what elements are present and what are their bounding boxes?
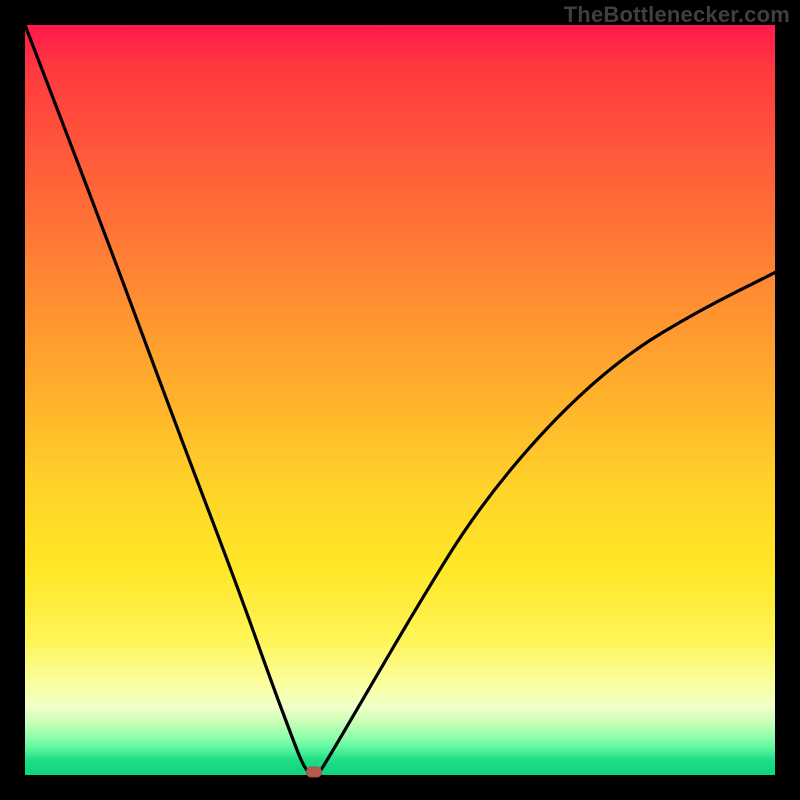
plot-area (25, 25, 775, 775)
watermark-text: TheBottlenecker.com (564, 2, 790, 28)
optimal-point-marker (306, 767, 322, 778)
chart-frame: TheBottlenecker.com (0, 0, 800, 800)
gradient-background (25, 25, 775, 775)
